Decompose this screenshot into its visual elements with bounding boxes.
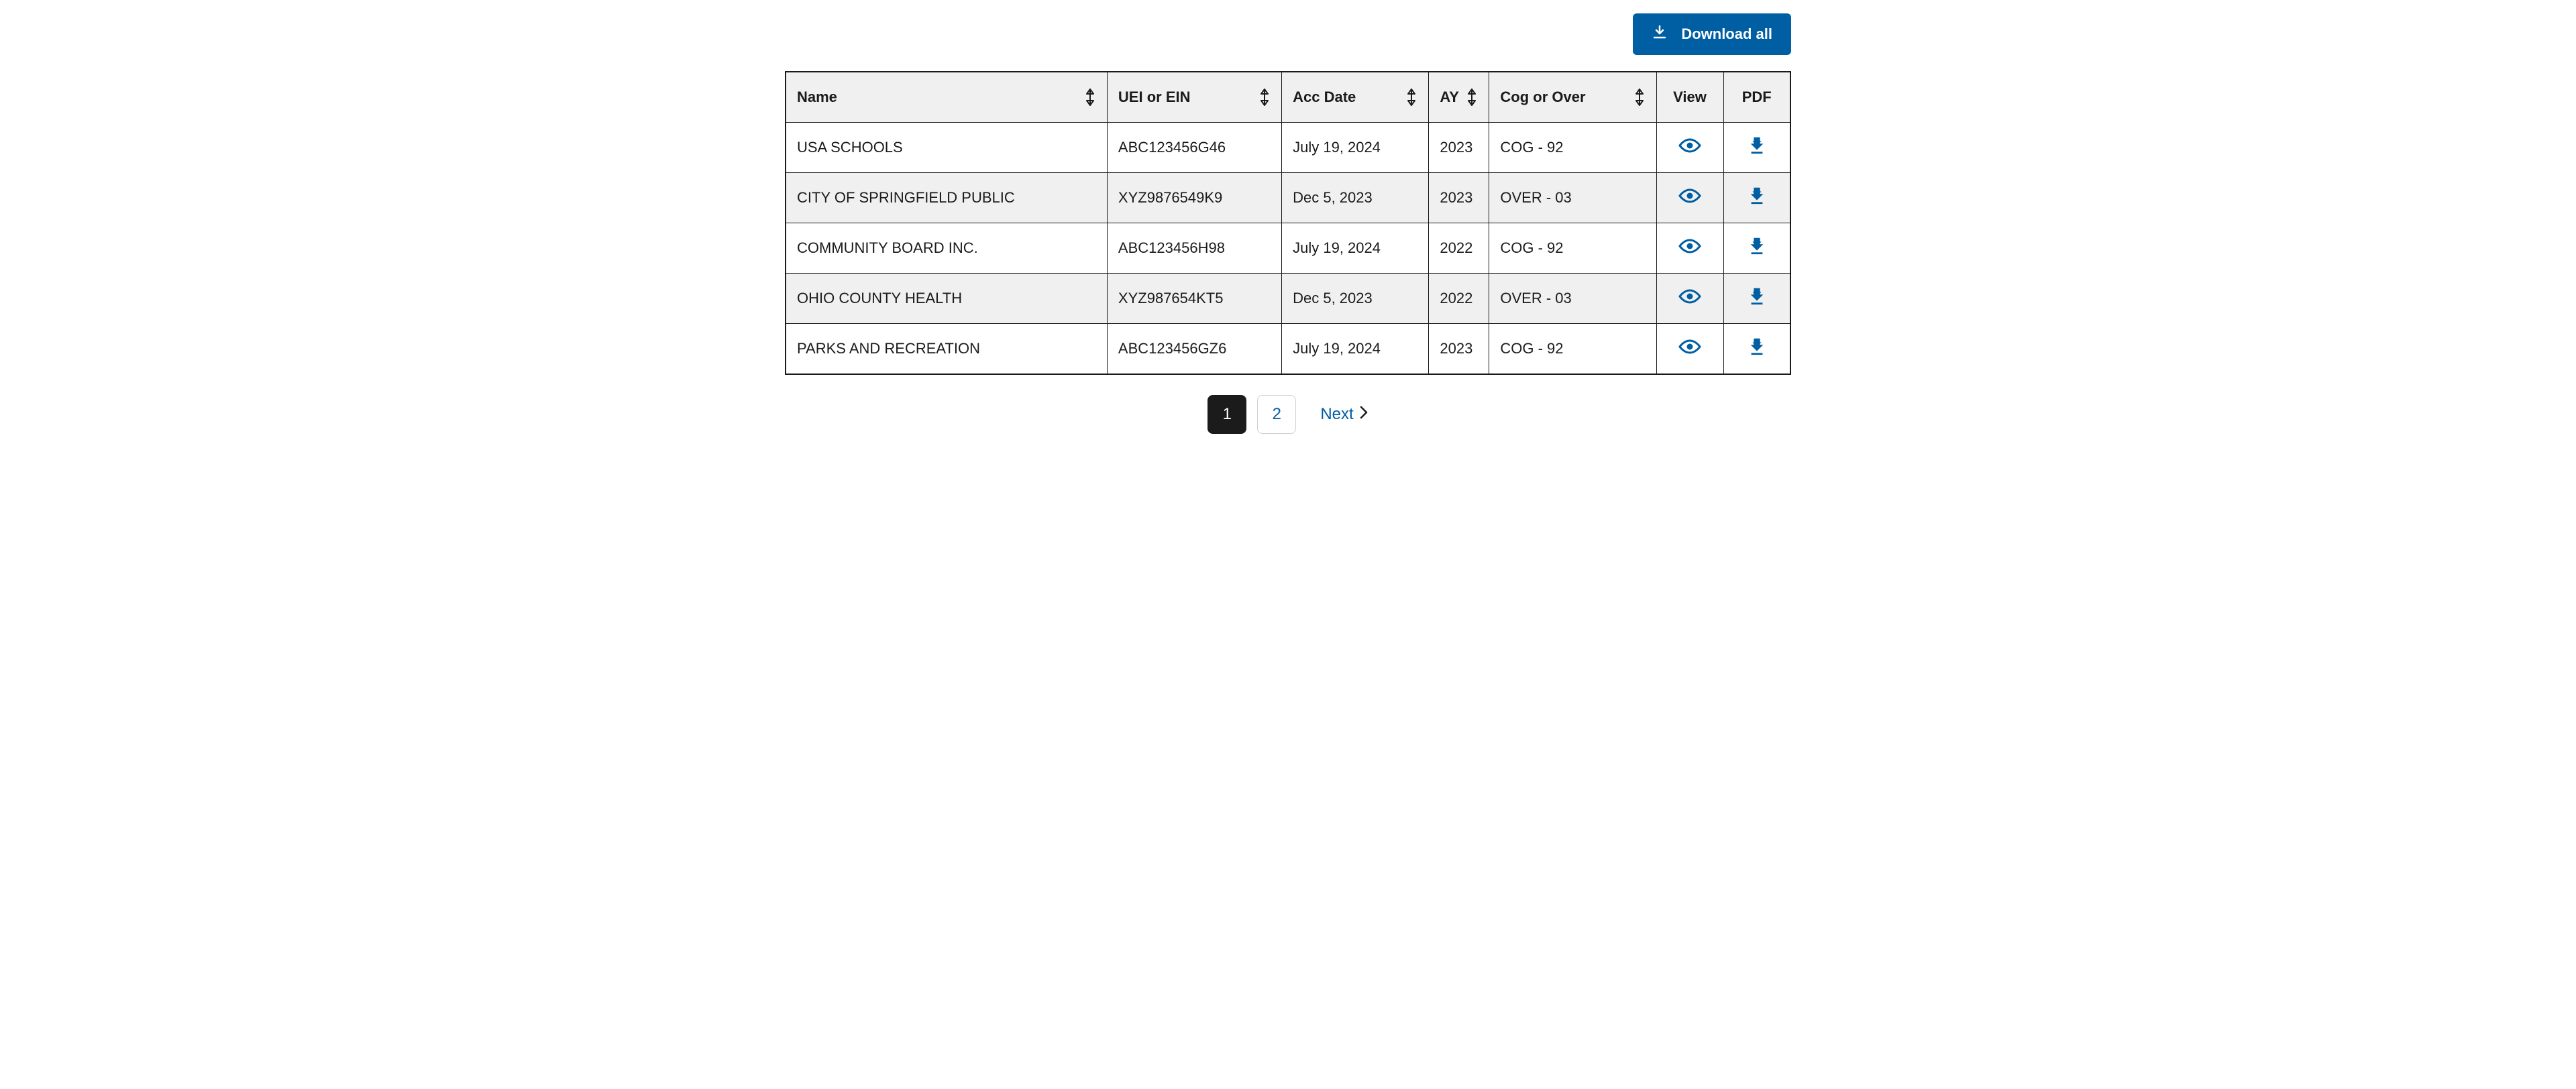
- cell-name: PARKS AND RECREATION: [786, 324, 1107, 375]
- sort-updown-icon: [1633, 89, 1646, 106]
- cell-ay: 2023: [1429, 324, 1489, 375]
- view-button[interactable]: [1678, 237, 1701, 260]
- page-1-button[interactable]: 1: [1208, 395, 1246, 434]
- cell-name: USA SCHOOLS: [786, 123, 1107, 173]
- download-icon: [1746, 186, 1768, 209]
- eye-icon: [1678, 337, 1701, 360]
- next-page-link[interactable]: Next: [1320, 405, 1368, 424]
- download-icon: [1652, 24, 1668, 44]
- table-row: CITY OF SPRINGFIELD PUBLICXYZ9876549K9De…: [786, 173, 1790, 223]
- cell-cog: COG - 92: [1489, 123, 1656, 173]
- sort-updown-icon: [1084, 89, 1096, 106]
- cell-ay: 2022: [1429, 274, 1489, 324]
- cell-ay: 2022: [1429, 223, 1489, 274]
- table-row: OHIO COUNTY HEALTHXYZ987654KT5Dec 5, 202…: [786, 274, 1790, 324]
- view-button[interactable]: [1678, 186, 1701, 209]
- cell-name: COMMUNITY BOARD INC.: [786, 223, 1107, 274]
- chevron-right-icon: [1359, 405, 1368, 424]
- cell-acc-date: Dec 5, 2023: [1282, 173, 1429, 223]
- cell-acc-date: July 19, 2024: [1282, 123, 1429, 173]
- download-icon: [1746, 337, 1768, 360]
- table-row: PARKS AND RECREATIONABC123456GZ6July 19,…: [786, 324, 1790, 375]
- download-all-label: Download all: [1681, 25, 1772, 43]
- sort-updown-icon: [1405, 89, 1417, 106]
- cell-acc-date: July 19, 2024: [1282, 324, 1429, 375]
- eye-icon: [1678, 186, 1701, 209]
- table-row: COMMUNITY BOARD INC.ABC123456H98July 19,…: [786, 223, 1790, 274]
- cell-cog: OVER - 03: [1489, 274, 1656, 324]
- page-2-button[interactable]: 2: [1257, 395, 1296, 434]
- cell-name: OHIO COUNTY HEALTH: [786, 274, 1107, 324]
- cell-name: CITY OF SPRINGFIELD PUBLIC: [786, 173, 1107, 223]
- cell-acc-date: Dec 5, 2023: [1282, 274, 1429, 324]
- header-cog[interactable]: Cog or Over: [1489, 72, 1656, 123]
- header-acc-date[interactable]: Acc Date: [1282, 72, 1429, 123]
- eye-icon: [1678, 237, 1701, 260]
- cell-ay: 2023: [1429, 173, 1489, 223]
- header-cog-label: Cog or Over: [1500, 89, 1585, 106]
- eye-icon: [1678, 136, 1701, 159]
- header-name-label: Name: [797, 89, 837, 106]
- table-row: USA SCHOOLSABC123456G46July 19, 20242023…: [786, 123, 1790, 173]
- download-icon: [1746, 237, 1768, 260]
- download-pdf-button[interactable]: [1746, 237, 1768, 260]
- download-icon: [1746, 136, 1768, 159]
- cell-cog: COG - 92: [1489, 324, 1656, 375]
- next-label: Next: [1320, 405, 1353, 424]
- download-icon: [1746, 287, 1768, 310]
- cell-uei: ABC123456H98: [1107, 223, 1281, 274]
- header-name[interactable]: Name: [786, 72, 1107, 123]
- header-ay-label: AY: [1440, 89, 1459, 106]
- download-all-button[interactable]: Download all: [1633, 13, 1791, 55]
- download-pdf-button[interactable]: [1746, 136, 1768, 159]
- header-acc-date-label: Acc Date: [1293, 89, 1356, 106]
- cell-uei: ABC123456GZ6: [1107, 324, 1281, 375]
- header-uei-label: UEI or EIN: [1118, 89, 1191, 106]
- pagination: 1 2 Next: [785, 395, 1791, 434]
- header-ay[interactable]: AY: [1429, 72, 1489, 123]
- cell-cog: OVER - 03: [1489, 173, 1656, 223]
- cell-uei: XYZ987654KT5: [1107, 274, 1281, 324]
- header-view: View: [1656, 72, 1723, 123]
- results-table: Name UEI or EIN Acc Date: [785, 71, 1791, 375]
- download-pdf-button[interactable]: [1746, 337, 1768, 360]
- download-pdf-button[interactable]: [1746, 287, 1768, 310]
- eye-icon: [1678, 287, 1701, 310]
- view-button[interactable]: [1678, 287, 1701, 310]
- view-button[interactable]: [1678, 337, 1701, 360]
- header-pdf: PDF: [1723, 72, 1790, 123]
- cell-cog: COG - 92: [1489, 223, 1656, 274]
- cell-uei: ABC123456G46: [1107, 123, 1281, 173]
- sort-updown-icon: [1466, 89, 1478, 106]
- cell-acc-date: July 19, 2024: [1282, 223, 1429, 274]
- header-uei[interactable]: UEI or EIN: [1107, 72, 1281, 123]
- cell-ay: 2023: [1429, 123, 1489, 173]
- sort-updown-icon: [1258, 89, 1271, 106]
- view-button[interactable]: [1678, 136, 1701, 159]
- download-pdf-button[interactable]: [1746, 186, 1768, 209]
- cell-uei: XYZ9876549K9: [1107, 173, 1281, 223]
